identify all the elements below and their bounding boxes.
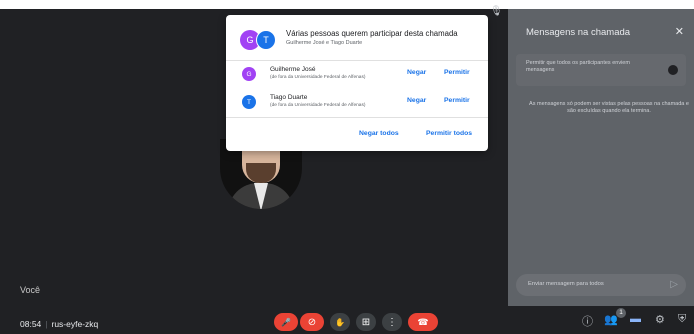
chat-info-text: As mensagens só podem ser vistas pelas p… bbox=[529, 101, 689, 114]
meeting-info: 08:54 | rus-eyfe-zkq bbox=[20, 319, 98, 329]
more-vert-icon: ⋮ bbox=[387, 316, 397, 328]
allow-messages-setting: Permitir que todos os participantes envi… bbox=[516, 54, 686, 86]
camera-off-icon: ⊘ bbox=[307, 316, 317, 328]
meeting-code: rus-eyfe-zkq bbox=[51, 319, 99, 329]
join-request-dialog: G T Várias pessoas querem participar des… bbox=[226, 15, 488, 151]
allow-guilherme-button[interactable]: Permitir bbox=[444, 69, 470, 76]
present-icon: ⊞ bbox=[361, 316, 371, 328]
end-call-icon: ☎ bbox=[417, 316, 429, 327]
avatar-t: T bbox=[256, 30, 276, 50]
request-org: (de fora da Universidade Federal de Alfe… bbox=[270, 103, 366, 108]
hand-icon: ✋ bbox=[335, 317, 345, 327]
allow-messages-toggle[interactable] bbox=[668, 65, 678, 75]
dialog-subtitle: Guilherme José e Tiago Duarte bbox=[286, 40, 363, 46]
info-icon[interactable]: ⓘ bbox=[582, 313, 593, 329]
chat-panel: Mensagens na chamada ✕ Permitir que todo… bbox=[508, 9, 694, 306]
divider bbox=[226, 117, 488, 118]
mic-off-button[interactable]: 🎤 bbox=[274, 313, 298, 331]
chat-icon[interactable]: ▬ bbox=[630, 313, 641, 325]
deny-tiago-button[interactable]: Negar bbox=[407, 97, 426, 104]
request-name: Guilherme José bbox=[270, 66, 316, 73]
self-label: Você bbox=[20, 285, 41, 295]
request-org: (de fora da Universidade Federal de Alfe… bbox=[270, 75, 366, 80]
deny-guilherme-button[interactable]: Negar bbox=[407, 69, 426, 76]
clock-time: 08:54 bbox=[20, 319, 42, 329]
close-icon[interactable]: ✕ bbox=[675, 25, 684, 38]
dialog-title: Várias pessoas querem participar desta c… bbox=[286, 29, 458, 38]
request-avatar-g: G bbox=[242, 67, 256, 81]
people-count-badge: 1 bbox=[616, 308, 626, 318]
allow-messages-label: Permitir que todos os participantes envi… bbox=[526, 60, 630, 73]
allow-all-button[interactable]: Permitir todos bbox=[426, 130, 472, 137]
mic-off-icon: 🎤 bbox=[281, 317, 291, 327]
host-controls-icon[interactable]: ⛨ bbox=[678, 313, 686, 326]
divider bbox=[226, 60, 488, 61]
request-name: Tiago Duarte bbox=[270, 94, 308, 101]
chat-message-input[interactable]: Enviar mensagem para todos ▷ bbox=[516, 274, 686, 296]
present-button[interactable]: ⊞ bbox=[356, 313, 376, 331]
deny-all-button[interactable]: Negar todos bbox=[359, 130, 399, 137]
chat-input-placeholder: Enviar mensagem para todos bbox=[528, 281, 604, 287]
separator: | bbox=[45, 319, 48, 329]
mic-off-indicator-icon: 🎙 bbox=[490, 6, 503, 17]
allow-tiago-button[interactable]: Permitir bbox=[444, 97, 470, 104]
raise-hand-button[interactable]: ✋ bbox=[330, 313, 350, 331]
send-icon[interactable]: ▷ bbox=[670, 279, 678, 290]
request-avatar-t: T bbox=[242, 95, 256, 109]
top-strip bbox=[0, 0, 694, 9]
camera-off-button[interactable]: ⊘ bbox=[300, 313, 324, 331]
end-call-button[interactable]: ☎ bbox=[408, 313, 438, 331]
chat-panel-title: Mensagens na chamada bbox=[526, 27, 631, 38]
activities-icon[interactable]: ⚙ bbox=[655, 313, 665, 326]
more-options-button[interactable]: ⋮ bbox=[382, 313, 402, 331]
